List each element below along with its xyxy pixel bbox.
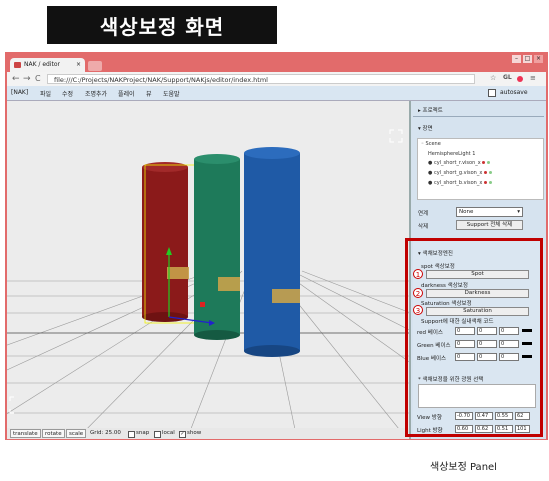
title-banner: 색상보정 화면 [47,6,277,44]
delete-label: 삭제 [418,224,429,230]
delete-support-button[interactable]: Support 전체 삭제 [456,220,523,230]
link-select[interactable]: None ▾ [456,207,523,217]
scene-tree-item[interactable]: ● cyl_short_r.vison_x [428,160,490,166]
browser-menu-icon[interactable]: ≡ [530,74,536,82]
menu-play[interactable]: 플레이 [118,89,135,98]
scale-button[interactable]: scale [66,429,87,438]
red-cylinder[interactable] [142,162,189,322]
material-dot-icon [483,181,487,184]
green-cylinder[interactable] [194,154,240,340]
menu-add-light[interactable]: 조명추가 [85,89,107,98]
gl-extension-icon[interactable]: GL [503,74,512,81]
show-checkbox[interactable]: ✓ [179,431,186,438]
material-dot-icon [483,171,487,174]
scene-tree-item[interactable]: ◦ Scene [421,141,441,147]
scene-tree-item[interactable]: ● cyl_short_b.vison_x [428,180,492,186]
extension-icon[interactable] [517,76,523,82]
3d-viewport[interactable] [7,101,409,439]
scene-tree-item[interactable]: HemisphereLight 1 [428,151,475,157]
bookmark-star-icon[interactable]: ☆ [490,74,496,82]
link-label: 연계 [418,211,429,217]
tab-favicon-icon [14,62,21,68]
geometry-dot-icon [488,171,492,174]
grid-size-label: Grid: 25.00 [90,430,121,436]
rotate-button[interactable]: rotate [42,429,65,438]
material-dot-icon [482,161,486,164]
scene-section-header[interactable]: ▾ 장면 [418,124,433,132]
divider [413,116,544,117]
highlight-frame [405,238,543,437]
show-label: show [187,430,202,436]
geometry-dot-icon [486,161,490,164]
minimize-button[interactable]: – [512,55,521,63]
maximize-button[interactable]: □ [523,55,532,63]
geometry-dot-icon [488,181,492,184]
close-window-button[interactable]: × [534,55,543,63]
local-checkbox[interactable] [154,431,161,438]
scene-tree-item[interactable]: ● cyl_short_g.vison_x [428,170,492,176]
menu-help[interactable]: 도움말 [163,89,180,98]
menu-edit[interactable]: 수정 [62,89,73,98]
back-icon[interactable]: ← [12,74,20,84]
local-label: local [162,430,175,436]
address-bar[interactable]: file:///C:/Projects/NAKProject/NAK/Suppo… [47,74,475,84]
snap-checkbox[interactable] [128,431,135,438]
new-tab-button[interactable] [88,61,102,71]
menu-view[interactable]: 뷰 [146,89,152,98]
fullscreen-icon[interactable] [389,129,403,143]
snap-label: snap [136,430,150,436]
figure-caption: 색상보정 Panel [430,462,497,473]
link-select-value: None [459,209,474,215]
blue-cylinder[interactable] [244,147,300,357]
tab-close-icon[interactable]: × [76,58,81,72]
forward-icon[interactable]: → [23,74,31,84]
chevron-down-icon: ▾ [517,209,520,215]
scene-render [7,129,409,439]
autosave-checkbox[interactable] [488,89,496,97]
project-section-header[interactable]: ▸ 프로젝트 [418,106,443,114]
translate-button[interactable]: translate [10,429,41,438]
menu-nak[interactable]: [NAK] [11,89,28,96]
autosave-label: autosave [500,89,528,96]
tab-title: NAK / editor [24,61,61,68]
scene-tree: ◦ Scene HemisphereLight 1 ● cyl_short_r.… [417,138,544,200]
browser-tab[interactable]: NAK / editor × [10,58,85,72]
menu-file[interactable]: 파일 [40,89,51,98]
reload-icon[interactable]: C [35,74,41,83]
